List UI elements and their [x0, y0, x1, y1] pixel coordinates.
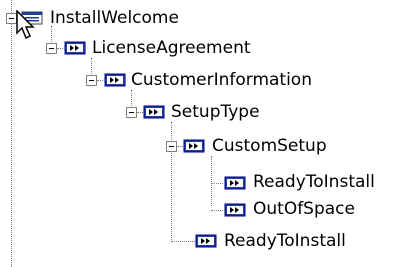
collapse-toggle[interactable] [46, 43, 57, 54]
next-dialog-icon [64, 41, 86, 55]
tree-node-label[interactable]: SetupType [171, 101, 260, 123]
next-dialog-icon [183, 139, 205, 153]
tree-node-label[interactable]: OutOfSpace [253, 198, 355, 220]
tree-node-label[interactable]: CustomSetup [212, 135, 327, 157]
tree-node-label[interactable]: ReadyToInstall [224, 230, 346, 252]
collapse-toggle[interactable] [166, 141, 177, 152]
next-dialog-icon [224, 176, 246, 190]
dialog-sequence-tree[interactable]: InstallWelcome LicenseAgreement Customer… [0, 0, 416, 267]
tree-node-label[interactable]: LicenseAgreement [92, 37, 251, 59]
tree-line [171, 241, 195, 242]
tree-line [171, 122, 172, 240]
mouse-pointer-icon [16, 10, 35, 40]
tree-line [211, 156, 212, 206]
tree-line [211, 210, 223, 211]
next-dialog-icon [143, 105, 165, 119]
next-dialog-icon [195, 234, 217, 248]
collapse-toggle[interactable] [86, 75, 97, 86]
collapse-toggle[interactable] [126, 107, 137, 118]
next-dialog-icon [104, 73, 126, 87]
tree-line [211, 183, 223, 184]
tree-node-label[interactable]: InstallWelcome [50, 7, 179, 29]
tree-line [11, 0, 12, 267]
tree-node-label[interactable]: CustomerInformation [131, 69, 312, 91]
tree-node-label[interactable]: ReadyToInstall [253, 171, 375, 193]
tree-line [97, 80, 103, 81]
next-dialog-icon [224, 203, 246, 217]
tree-line [57, 48, 63, 49]
